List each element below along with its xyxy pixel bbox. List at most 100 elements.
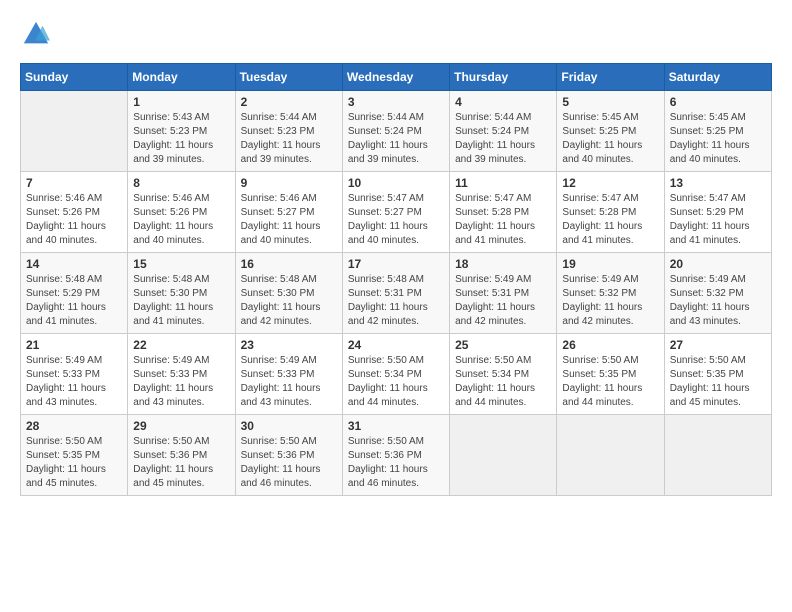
day-number: 1 xyxy=(133,95,229,109)
weekday-header-wednesday: Wednesday xyxy=(342,64,449,91)
calendar-day-cell: 3 Sunrise: 5:44 AMSunset: 5:24 PMDaylight… xyxy=(342,91,449,172)
day-info: Sunrise: 5:50 AMSunset: 5:36 PMDaylight:… xyxy=(241,435,337,491)
calendar-day-cell: 24 Sunrise: 5:50 AMSunset: 5:34 PMDayligh… xyxy=(342,334,449,415)
day-info: Sunrise: 5:48 AMSunset: 5:30 PMDaylight:… xyxy=(133,273,229,329)
calendar-day-cell: 29 Sunrise: 5:50 AMSunset: 5:36 PMDayligh… xyxy=(128,415,235,496)
day-number: 24 xyxy=(348,338,444,352)
day-info: Sunrise: 5:44 AMSunset: 5:24 PMDaylight:… xyxy=(455,111,551,167)
day-info: Sunrise: 5:49 AMSunset: 5:31 PMDaylight:… xyxy=(455,273,551,329)
calendar-day-cell: 21Sunrise: 5:49 AMSunset: 5:33 PMDayligh… xyxy=(21,334,128,415)
weekday-header-sunday: Sunday xyxy=(21,64,128,91)
day-info: Sunrise: 5:49 AMSunset: 5:32 PMDaylight:… xyxy=(562,273,658,329)
day-number: 3 xyxy=(348,95,444,109)
day-info: Sunrise: 5:45 AMSunset: 5:25 PMDaylight:… xyxy=(562,111,658,167)
page-header xyxy=(20,20,772,53)
calendar-table: SundayMondayTuesdayWednesdayThursdayFrid… xyxy=(20,63,772,496)
weekday-header-saturday: Saturday xyxy=(664,64,771,91)
day-number: 22 xyxy=(133,338,229,352)
calendar-day-cell: 18 Sunrise: 5:49 AMSunset: 5:31 PMDayligh… xyxy=(450,253,557,334)
day-number: 30 xyxy=(241,419,337,433)
calendar-day-cell: 23 Sunrise: 5:49 AMSunset: 5:33 PMDayligh… xyxy=(235,334,342,415)
day-info: Sunrise: 5:44 AMSunset: 5:24 PMDaylight:… xyxy=(348,111,444,167)
day-number: 11 xyxy=(455,176,551,190)
calendar-day-cell: 14 Sunrise: 5:48 AMSunset: 5:29 PMDayligh… xyxy=(21,253,128,334)
day-info: Sunrise: 5:50 AMSunset: 5:35 PMDaylight:… xyxy=(562,354,658,410)
calendar-day-cell: 17 Sunrise: 5:48 AMSunset: 5:31 PMDayligh… xyxy=(342,253,449,334)
day-info: Sunrise: 5:50 AMSunset: 5:34 PMDaylight:… xyxy=(348,354,444,410)
day-info: Sunrise: 5:44 AMSunset: 5:23 PMDaylight:… xyxy=(241,111,337,167)
weekday-header-friday: Friday xyxy=(557,64,664,91)
calendar-day-cell: 1 Sunrise: 5:43 AMSunset: 5:23 PMDaylight… xyxy=(128,91,235,172)
calendar-day-cell: 30 Sunrise: 5:50 AMSunset: 5:36 PMDayligh… xyxy=(235,415,342,496)
day-info: Sunrise: 5:49 AMSunset: 5:33 PMDaylight:… xyxy=(26,354,122,410)
day-number: 5 xyxy=(562,95,658,109)
day-number: 17 xyxy=(348,257,444,271)
calendar-day-cell xyxy=(664,415,771,496)
day-number: 25 xyxy=(455,338,551,352)
day-number: 31 xyxy=(348,419,444,433)
day-number: 20 xyxy=(670,257,766,271)
day-number: 18 xyxy=(455,257,551,271)
day-info: Sunrise: 5:47 AMSunset: 5:27 PMDaylight:… xyxy=(348,192,444,248)
day-info: Sunrise: 5:47 AMSunset: 5:29 PMDaylight:… xyxy=(670,192,766,248)
calendar-day-cell: 25 Sunrise: 5:50 AMSunset: 5:34 PMDayligh… xyxy=(450,334,557,415)
day-number: 14 xyxy=(26,257,122,271)
day-info: Sunrise: 5:48 AMSunset: 5:31 PMDaylight:… xyxy=(348,273,444,329)
calendar-day-cell: 10Sunrise: 5:47 AMSunset: 5:27 PMDayligh… xyxy=(342,172,449,253)
day-number: 8 xyxy=(133,176,229,190)
day-number: 19 xyxy=(562,257,658,271)
day-info: Sunrise: 5:46 AMSunset: 5:27 PMDaylight:… xyxy=(241,192,337,248)
calendar-day-cell: 16Sunrise: 5:48 AMSunset: 5:30 PMDayligh… xyxy=(235,253,342,334)
day-number: 2 xyxy=(241,95,337,109)
day-info: Sunrise: 5:49 AMSunset: 5:33 PMDaylight:… xyxy=(241,354,337,410)
calendar-day-cell: 12 Sunrise: 5:47 AMSunset: 5:28 PMDayligh… xyxy=(557,172,664,253)
day-number: 16 xyxy=(241,257,337,271)
calendar-day-cell: 8 Sunrise: 5:46 AMSunset: 5:26 PMDaylight… xyxy=(128,172,235,253)
logo xyxy=(20,20,50,53)
weekday-header-monday: Monday xyxy=(128,64,235,91)
calendar-day-cell: 13Sunrise: 5:47 AMSunset: 5:29 PMDayligh… xyxy=(664,172,771,253)
day-number: 23 xyxy=(241,338,337,352)
day-number: 26 xyxy=(562,338,658,352)
calendar-day-cell: 2 Sunrise: 5:44 AMSunset: 5:23 PMDaylight… xyxy=(235,91,342,172)
calendar-day-cell: 27Sunrise: 5:50 AMSunset: 5:35 PMDayligh… xyxy=(664,334,771,415)
calendar-day-cell: 11Sunrise: 5:47 AMSunset: 5:28 PMDayligh… xyxy=(450,172,557,253)
calendar-week-row: 1 Sunrise: 5:43 AMSunset: 5:23 PMDaylight… xyxy=(21,91,772,172)
day-info: Sunrise: 5:47 AMSunset: 5:28 PMDaylight:… xyxy=(562,192,658,248)
day-number: 12 xyxy=(562,176,658,190)
calendar-day-cell: 5 Sunrise: 5:45 AMSunset: 5:25 PMDaylight… xyxy=(557,91,664,172)
day-info: Sunrise: 5:50 AMSunset: 5:35 PMDaylight:… xyxy=(26,435,122,491)
day-number: 9 xyxy=(241,176,337,190)
calendar-day-cell: 20 Sunrise: 5:49 AMSunset: 5:32 PMDayligh… xyxy=(664,253,771,334)
calendar-week-row: 21Sunrise: 5:49 AMSunset: 5:33 PMDayligh… xyxy=(21,334,772,415)
calendar-day-cell: 7 Sunrise: 5:46 AMSunset: 5:26 PMDaylight… xyxy=(21,172,128,253)
day-number: 6 xyxy=(670,95,766,109)
calendar-body: 1 Sunrise: 5:43 AMSunset: 5:23 PMDaylight… xyxy=(21,91,772,496)
day-info: Sunrise: 5:49 AMSunset: 5:32 PMDaylight:… xyxy=(670,273,766,329)
calendar-day-cell: 22 Sunrise: 5:49 AMSunset: 5:33 PMDayligh… xyxy=(128,334,235,415)
day-info: Sunrise: 5:49 AMSunset: 5:33 PMDaylight:… xyxy=(133,354,229,410)
day-info: Sunrise: 5:50 AMSunset: 5:34 PMDaylight:… xyxy=(455,354,551,410)
calendar-day-cell: 15 Sunrise: 5:48 AMSunset: 5:30 PMDayligh… xyxy=(128,253,235,334)
day-info: Sunrise: 5:46 AMSunset: 5:26 PMDaylight:… xyxy=(26,192,122,248)
calendar-day-cell xyxy=(557,415,664,496)
logo-icon xyxy=(22,20,50,48)
day-number: 15 xyxy=(133,257,229,271)
calendar-day-cell xyxy=(450,415,557,496)
calendar-day-cell: 31 Sunrise: 5:50 AMSunset: 5:36 PMDayligh… xyxy=(342,415,449,496)
calendar-week-row: 14 Sunrise: 5:48 AMSunset: 5:29 PMDayligh… xyxy=(21,253,772,334)
calendar-header-row: SundayMondayTuesdayWednesdayThursdayFrid… xyxy=(21,64,772,91)
day-number: 27 xyxy=(670,338,766,352)
calendar-day-cell: 26 Sunrise: 5:50 AMSunset: 5:35 PMDayligh… xyxy=(557,334,664,415)
calendar-day-cell: 6Sunrise: 5:45 AMSunset: 5:25 PMDaylight… xyxy=(664,91,771,172)
day-number: 4 xyxy=(455,95,551,109)
calendar-day-cell: 4 Sunrise: 5:44 AMSunset: 5:24 PMDaylight… xyxy=(450,91,557,172)
day-number: 29 xyxy=(133,419,229,433)
day-info: Sunrise: 5:50 AMSunset: 5:36 PMDaylight:… xyxy=(348,435,444,491)
day-info: Sunrise: 5:46 AMSunset: 5:26 PMDaylight:… xyxy=(133,192,229,248)
day-number: 7 xyxy=(26,176,122,190)
weekday-header-thursday: Thursday xyxy=(450,64,557,91)
day-info: Sunrise: 5:50 AMSunset: 5:36 PMDaylight:… xyxy=(133,435,229,491)
day-info: Sunrise: 5:43 AMSunset: 5:23 PMDaylight:… xyxy=(133,111,229,167)
day-info: Sunrise: 5:48 AMSunset: 5:29 PMDaylight:… xyxy=(26,273,122,329)
